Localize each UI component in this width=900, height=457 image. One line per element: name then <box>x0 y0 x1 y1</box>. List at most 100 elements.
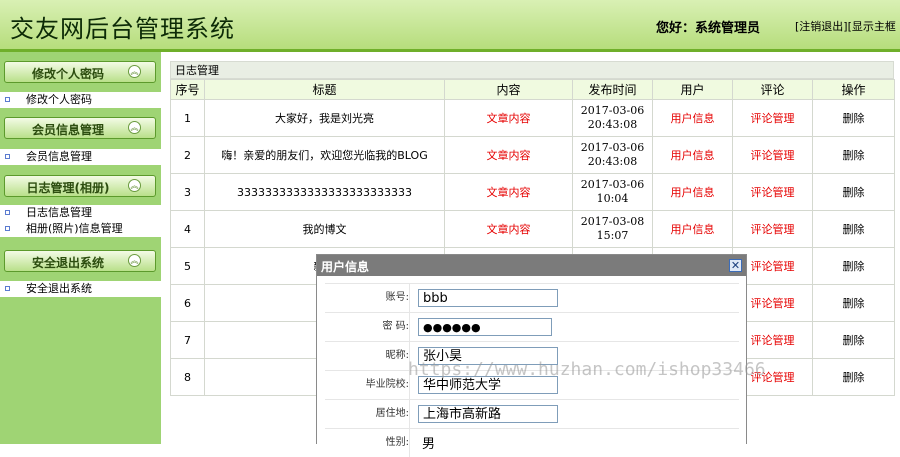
gender-value: 男 <box>422 437 436 452</box>
column-header: 操作 <box>812 79 895 100</box>
app-title: 交友网后台管理系统 <box>10 15 235 43</box>
form-row-residence: 居住地: 上海市高新路 <box>325 399 739 428</box>
square-bullet-icon <box>5 154 10 159</box>
table-row: 3 3333333333333333333333333 文章内容 2017-03-06… <box>170 173 895 211</box>
close-icon[interactable]: ✕ <box>729 259 742 272</box>
delete-link[interactable]: 删除 <box>812 173 895 211</box>
sidebar-item-label: 修改个人密码 <box>26 93 92 106</box>
content-link[interactable]: 文章内容 <box>444 210 573 248</box>
school-field[interactable]: 华中师范大学 <box>418 376 558 394</box>
section-title: 会员信息管理 <box>31 123 104 137</box>
table-header-row: 序号 标题 内容 发布时间 用户 评论 操作 <box>170 79 895 100</box>
row-title: 大家好，我是刘光亮 <box>204 99 445 137</box>
gender-label: 性别: <box>325 429 410 457</box>
school-label: 毕业院校: <box>325 371 410 399</box>
row-number: 2 <box>170 136 205 174</box>
publish-time: 2017-03-06 10:04 <box>572 173 653 211</box>
delete-link[interactable]: 删除 <box>812 99 895 137</box>
user-info-link[interactable]: 用户信息 <box>652 210 733 248</box>
sidebar-item-member-management[interactable]: 会员信息管理 <box>0 149 161 165</box>
content-link[interactable]: 文章内容 <box>444 173 573 211</box>
residence-label: 居住地: <box>325 400 410 428</box>
section-title: 安全退出系统 <box>31 256 104 270</box>
sidebar-section-password[interactable]: 修改个人密码 ︽ <box>4 61 156 83</box>
chevron-up-circle-icon[interactable]: ︽ <box>128 179 141 192</box>
column-header: 发布时间 <box>572 79 653 100</box>
delete-link[interactable]: 删除 <box>812 247 895 285</box>
sidebar-section-body: 修改个人密码 <box>0 92 161 108</box>
form-row-account: 账号: bbb <box>325 283 739 312</box>
column-header: 序号 <box>170 79 205 100</box>
publish-time: 2017-03-08 15:07 <box>572 210 653 248</box>
password-label: 密 码: <box>325 313 410 341</box>
delete-link[interactable]: 删除 <box>812 136 895 174</box>
form-row-school: 毕业院校: 华中师范大学 <box>325 370 739 399</box>
dialog-form: 账号: bbb 密 码: ●●●●●● 昵称: 张小昊 毕业院校: 华中师范大学… <box>325 283 739 457</box>
delete-link[interactable]: 删除 <box>812 284 895 322</box>
table-row: 4 我的博文 文章内容 2017-03-08 15:07 用户信息 评论管理 删除 <box>170 210 895 248</box>
delete-link[interactable]: 删除 <box>812 321 895 359</box>
comment-manage-link[interactable]: 评论管理 <box>732 173 813 211</box>
account-field[interactable]: bbb <box>418 289 558 307</box>
sidebar-section-body: 会员信息管理 <box>0 149 161 165</box>
sidebar-item-album-management[interactable]: 相册(照片)信息管理 <box>0 221 161 237</box>
delete-link[interactable]: 删除 <box>812 210 895 248</box>
square-bullet-icon <box>5 97 10 102</box>
content-link[interactable]: 文章内容 <box>444 99 573 137</box>
square-bullet-icon <box>5 210 10 215</box>
column-header: 标题 <box>204 79 445 100</box>
chevron-up-circle-icon[interactable]: ︽ <box>128 121 141 134</box>
row-number: 5 <box>170 247 205 285</box>
row-number: 4 <box>170 210 205 248</box>
comment-manage-link[interactable]: 评论管理 <box>732 210 813 248</box>
dialog-titlebar[interactable]: 用户信息 ✕ <box>317 255 746 276</box>
nickname-field[interactable]: 张小昊 <box>418 347 558 365</box>
publish-time: 2017-03-06 20:43:08 <box>572 136 653 174</box>
row-number: 8 <box>170 358 205 396</box>
square-bullet-icon <box>5 226 10 231</box>
column-header: 内容 <box>444 79 573 100</box>
password-field[interactable]: ●●●●●● <box>418 318 552 336</box>
user-info-dialog: 用户信息 ✕ 账号: bbb 密 码: ●●●●●● 昵称: 张小昊 毕业院校:… <box>316 254 747 457</box>
sidebar-item-change-password[interactable]: 修改个人密码 <box>0 92 161 108</box>
row-number: 7 <box>170 321 205 359</box>
header-links: [注销退出][显示主框 <box>795 18 896 34</box>
comment-manage-link[interactable]: 评论管理 <box>732 99 813 137</box>
comment-manage-link[interactable]: 评论管理 <box>732 136 813 174</box>
chevron-up-circle-icon[interactable]: ︽ <box>128 254 141 267</box>
row-number: 6 <box>170 284 205 322</box>
form-row-gender: 性别: 男 <box>325 428 739 457</box>
dialog-title: 用户信息 <box>321 260 370 274</box>
square-bullet-icon <box>5 286 10 291</box>
row-title: 我的博文 <box>204 210 445 248</box>
greeting-text: 您好：系统管理员 <box>656 21 761 36</box>
sidebar-section-logout[interactable]: 安全退出系统 ︽ <box>4 250 156 272</box>
row-number: 1 <box>170 99 205 137</box>
chevron-up-circle-icon[interactable]: ︽ <box>128 65 141 78</box>
form-row-nickname: 昵称: 张小昊 <box>325 341 739 370</box>
logout-link[interactable]: [注销退出] <box>795 20 848 33</box>
delete-link[interactable]: 删除 <box>812 358 895 396</box>
sidebar-item-logout[interactable]: 安全退出系统 <box>0 281 161 297</box>
user-info-link[interactable]: 用户信息 <box>652 136 733 174</box>
sidebar-item-label: 安全退出系统 <box>26 282 92 295</box>
sidebar-section-body: 日志信息管理 相册(照片)信息管理 <box>0 205 161 237</box>
column-header: 评论 <box>732 79 813 100</box>
publish-time: 2017-03-06 20:43:08 <box>572 99 653 137</box>
row-title: 3333333333333333333333333 <box>204 173 445 211</box>
sidebar-item-log-management[interactable]: 日志信息管理 <box>0 205 161 221</box>
sidebar-section-logs[interactable]: 日志管理(相册) ︽ <box>4 175 156 197</box>
content-link[interactable]: 文章内容 <box>444 136 573 174</box>
form-row-password: 密 码: ●●●●●● <box>325 312 739 341</box>
section-title: 修改个人密码 <box>31 67 104 81</box>
residence-field[interactable]: 上海市高新路 <box>418 405 558 423</box>
show-main-frame-link[interactable]: [显示主框 <box>848 20 896 33</box>
sidebar-item-label: 日志信息管理 <box>26 206 92 219</box>
user-info-link[interactable]: 用户信息 <box>652 99 733 137</box>
table-row: 1 大家好，我是刘光亮 文章内容 2017-03-06 20:43:08 用户信息 评论管… <box>170 99 895 137</box>
nickname-label: 昵称: <box>325 342 410 370</box>
user-info-link[interactable]: 用户信息 <box>652 173 733 211</box>
sidebar-section-members[interactable]: 会员信息管理 ︽ <box>4 117 156 139</box>
sidebar-section-body: 安全退出系统 <box>0 281 161 297</box>
account-label: 账号: <box>325 284 410 312</box>
